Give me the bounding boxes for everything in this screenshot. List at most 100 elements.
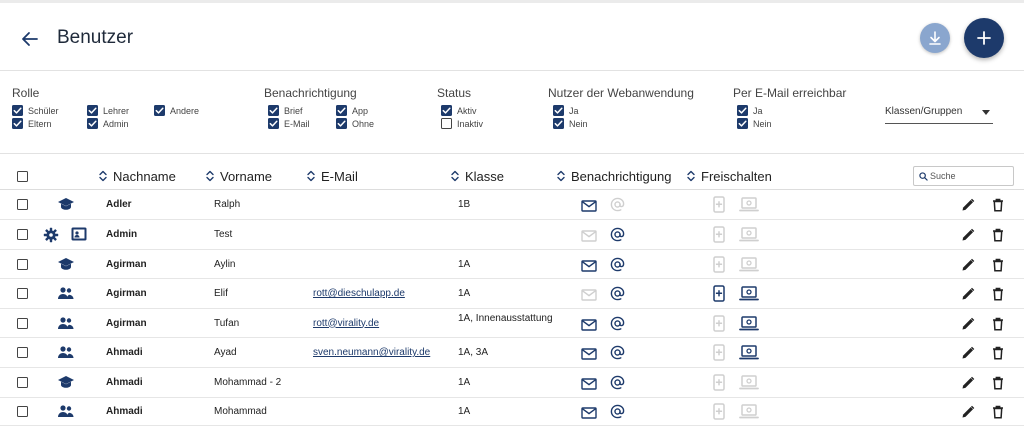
cell-email[interactable]: rott@dieschulapp.de bbox=[313, 288, 405, 299]
filter-checkbox[interactable] bbox=[737, 118, 748, 129]
filter-group-title: Status bbox=[437, 86, 472, 100]
filter-checkbox[interactable] bbox=[441, 105, 452, 116]
download-button[interactable] bbox=[920, 23, 950, 53]
web-app-icon[interactable] bbox=[739, 227, 759, 247]
filter-checkbox[interactable] bbox=[87, 105, 98, 116]
row-checkbox[interactable] bbox=[17, 199, 28, 210]
sort-icon bbox=[206, 170, 214, 182]
filter-checkbox[interactable] bbox=[154, 105, 165, 116]
back-button[interactable] bbox=[18, 27, 42, 51]
group-select[interactable]: Klassen/Gruppen bbox=[885, 104, 993, 124]
web-app-icon[interactable] bbox=[739, 375, 759, 395]
trash-icon[interactable] bbox=[992, 376, 1004, 395]
edit-icon[interactable] bbox=[961, 346, 975, 365]
trash-icon[interactable] bbox=[992, 346, 1004, 365]
web-app-icon[interactable] bbox=[739, 286, 759, 306]
filter-checkbox[interactable] bbox=[12, 105, 23, 116]
filter-option[interactable]: Inaktiv bbox=[441, 118, 483, 130]
filter-option[interactable]: Lehrer bbox=[87, 105, 129, 117]
filter-checkbox[interactable] bbox=[268, 105, 279, 116]
filter-checkbox[interactable] bbox=[336, 105, 347, 116]
filter-checkbox[interactable] bbox=[553, 118, 564, 129]
edit-icon[interactable] bbox=[961, 287, 975, 306]
cell-email[interactable]: rott@virality.de bbox=[313, 318, 379, 329]
mobile-app-icon[interactable] bbox=[713, 285, 725, 307]
filter-option[interactable]: Schüler bbox=[12, 105, 59, 117]
web-app-icon[interactable] bbox=[739, 197, 759, 217]
parents-icon bbox=[57, 316, 75, 335]
sort-freischalten[interactable]: Freischalten bbox=[686, 169, 772, 184]
edit-icon[interactable] bbox=[961, 405, 975, 424]
search-box[interactable] bbox=[913, 166, 1014, 186]
row-checkbox[interactable] bbox=[17, 288, 28, 299]
mobile-app-icon[interactable] bbox=[713, 314, 725, 337]
web-app-icon[interactable] bbox=[739, 404, 759, 424]
sort-vorname[interactable]: Vorname bbox=[205, 169, 272, 184]
row-checkbox[interactable] bbox=[17, 258, 28, 270]
search-input[interactable] bbox=[930, 169, 1010, 183]
mobile-app-icon[interactable] bbox=[713, 403, 725, 425]
filter-option[interactable]: Nein bbox=[737, 118, 772, 130]
filter-option[interactable]: Ohne bbox=[336, 118, 374, 130]
filter-option[interactable]: Andere bbox=[154, 105, 199, 117]
trash-icon[interactable] bbox=[992, 287, 1004, 306]
sort-klasse[interactable]: Klasse bbox=[450, 169, 504, 184]
filter-checkbox[interactable] bbox=[553, 105, 564, 116]
sort-benachrichtigung[interactable]: Benachrichtigung bbox=[556, 169, 671, 184]
filter-checkbox[interactable] bbox=[12, 118, 23, 129]
trash-icon[interactable] bbox=[992, 198, 1004, 217]
cell-vorname: Ayad bbox=[214, 347, 237, 358]
filter-checkbox[interactable] bbox=[737, 105, 748, 116]
filter-option-label: Lehrer bbox=[103, 106, 130, 116]
web-app-icon[interactable] bbox=[739, 256, 759, 277]
web-app-icon[interactable] bbox=[739, 315, 759, 336]
mobile-app-icon[interactable] bbox=[713, 255, 725, 278]
filter-checkbox[interactable] bbox=[268, 118, 279, 129]
row-checkbox[interactable] bbox=[17, 317, 28, 329]
edit-icon[interactable] bbox=[961, 317, 975, 336]
filter-option[interactable]: Ja bbox=[553, 105, 579, 117]
row-checkbox[interactable] bbox=[17, 229, 28, 240]
cell-email[interactable]: sven.neumann@virality.de bbox=[313, 347, 430, 358]
sort-nachname[interactable]: Nachname bbox=[98, 169, 176, 184]
sort-icon bbox=[307, 170, 315, 182]
mobile-app-icon[interactable] bbox=[713, 226, 725, 248]
edit-icon[interactable] bbox=[961, 376, 975, 395]
filter-option[interactable]: Admin bbox=[87, 118, 129, 130]
edit-icon[interactable] bbox=[961, 228, 975, 247]
filter-option[interactable]: Aktiv bbox=[441, 105, 477, 117]
cell-nachname: Agirman bbox=[106, 258, 147, 270]
row-checkbox[interactable] bbox=[17, 347, 28, 358]
add-user-button[interactable] bbox=[964, 18, 1004, 58]
filter-checkbox[interactable] bbox=[336, 118, 347, 129]
row-checkbox[interactable] bbox=[17, 377, 28, 388]
filter-option[interactable]: Ja bbox=[737, 105, 763, 117]
web-app-icon[interactable] bbox=[739, 345, 759, 365]
cell-nachname: Ahmadi bbox=[106, 406, 143, 417]
filter-option[interactable]: Brief bbox=[268, 105, 303, 117]
filter-option-label: Andere bbox=[170, 106, 200, 116]
filter-option[interactable]: Eltern bbox=[12, 118, 52, 130]
trash-icon[interactable] bbox=[992, 317, 1004, 336]
trash-icon[interactable] bbox=[992, 258, 1004, 277]
edit-icon[interactable] bbox=[961, 258, 975, 277]
cell-nachname: Agirman bbox=[106, 317, 147, 329]
filter-option[interactable]: App bbox=[336, 105, 368, 117]
sort-email[interactable]: E-Mail bbox=[306, 169, 358, 184]
filter-option[interactable]: Nein bbox=[553, 118, 588, 130]
row-checkbox[interactable] bbox=[17, 406, 28, 417]
edit-icon[interactable] bbox=[961, 198, 975, 217]
mail-icon bbox=[581, 288, 597, 306]
cell-klasse: 1A bbox=[458, 288, 471, 299]
select-all-checkbox[interactable] bbox=[17, 171, 28, 182]
trash-icon[interactable] bbox=[992, 405, 1004, 424]
filter-checkbox[interactable] bbox=[87, 118, 98, 129]
filter-checkbox[interactable] bbox=[441, 118, 452, 129]
filter-option[interactable]: E-Mail bbox=[268, 118, 310, 130]
mobile-app-icon[interactable] bbox=[713, 196, 725, 218]
mobile-app-icon[interactable] bbox=[713, 374, 725, 396]
filter-option-label: App bbox=[352, 106, 369, 116]
filter-option-label: Admin bbox=[103, 119, 129, 129]
mobile-app-icon[interactable] bbox=[713, 344, 725, 366]
trash-icon[interactable] bbox=[992, 228, 1004, 247]
